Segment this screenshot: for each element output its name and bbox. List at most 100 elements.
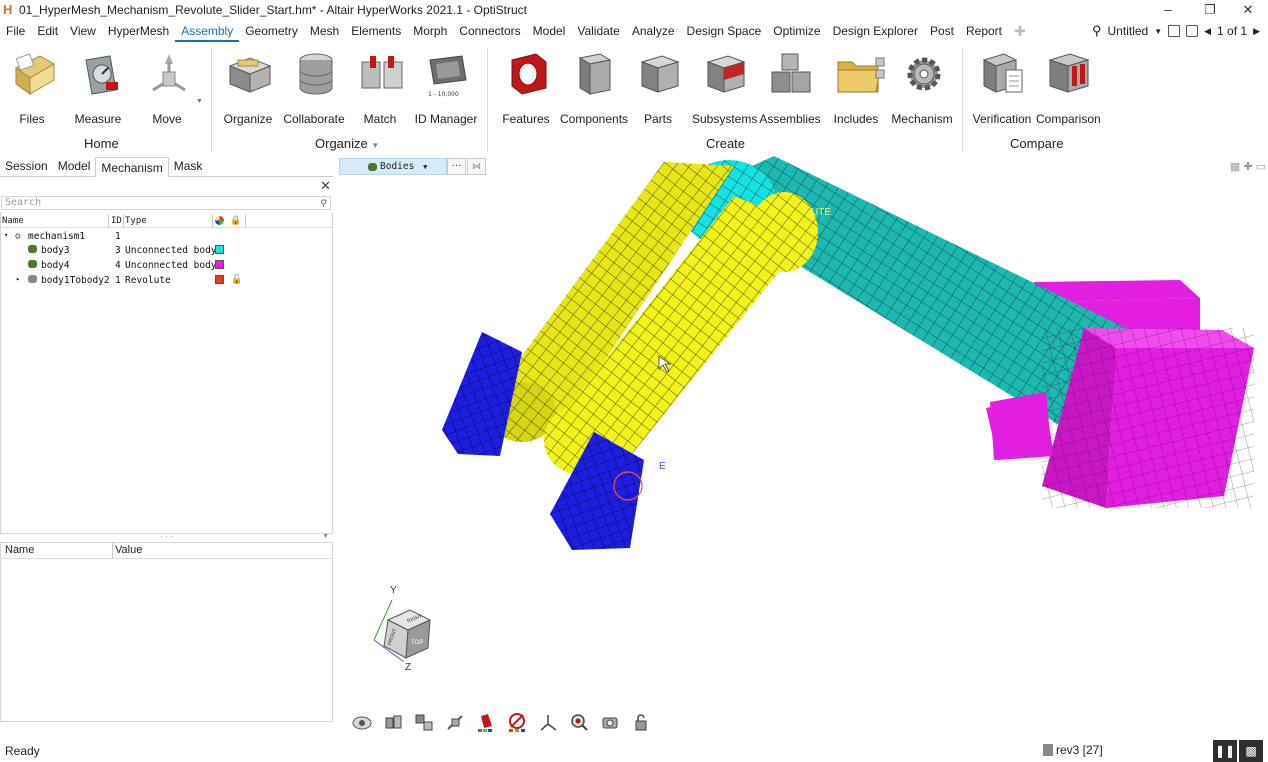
- camera-icon[interactable]: [600, 712, 621, 733]
- add-ribbon-icon[interactable]: ✚: [1008, 20, 1032, 42]
- col-id-header[interactable]: ID: [111, 216, 122, 226]
- search-icon[interactable]: ⚲: [1092, 23, 1102, 39]
- organize-group-label[interactable]: Organize ▼: [315, 136, 379, 151]
- menu-optimize[interactable]: Optimize: [767, 20, 826, 42]
- search-input[interactable]: Search ⚲: [1, 196, 331, 210]
- verification-tool[interactable]: Verification: [970, 50, 1034, 126]
- show-related-icon[interactable]: [414, 712, 435, 733]
- menu-assembly[interactable]: Assembly: [175, 20, 240, 42]
- minimize-button[interactable]: –: [1148, 0, 1188, 20]
- pause-icon[interactable]: ❚❚: [1213, 740, 1237, 762]
- id-manager-tool[interactable]: 1 - 10,000 ID Manager: [414, 50, 478, 126]
- column-divider[interactable]: [245, 214, 246, 228]
- menu-view[interactable]: View: [64, 20, 102, 42]
- page-next-icon[interactable]: ▶: [1253, 26, 1260, 37]
- tab-session[interactable]: Session: [0, 156, 53, 176]
- status-text: Ready: [5, 744, 40, 758]
- tab-mechanism[interactable]: Mechanism: [95, 157, 169, 177]
- col-name-header[interactable]: Name: [2, 216, 24, 226]
- collaborate-tool[interactable]: Collaborate: [282, 50, 346, 126]
- prop-value-header[interactable]: Value: [115, 544, 142, 556]
- menu-mesh[interactable]: Mesh: [304, 20, 345, 42]
- collapse-arrow-icon[interactable]: ▼: [322, 533, 329, 540]
- menu-morph[interactable]: Morph: [407, 20, 453, 42]
- color-swatch[interactable]: [215, 245, 224, 254]
- restore-button[interactable]: ❐: [1190, 0, 1230, 20]
- color-swatch[interactable]: [215, 260, 224, 269]
- view-cube-top[interactable]: TOP: [411, 640, 423, 646]
- menu-post[interactable]: Post: [924, 20, 960, 42]
- components-tool[interactable]: Components: [560, 50, 628, 126]
- move-tool[interactable]: Move: [135, 50, 199, 126]
- column-divider[interactable]: [112, 543, 113, 558]
- model-render[interactable]: [334, 156, 1268, 736]
- coordinate-system-icon[interactable]: [538, 712, 559, 733]
- menu-report[interactable]: Report: [960, 20, 1008, 42]
- organize-tool[interactable]: Organize: [216, 50, 280, 126]
- session-name[interactable]: Untitled: [1108, 24, 1149, 38]
- view-cube[interactable]: Y Z TOP FRONT RIGHT: [370, 582, 440, 673]
- id-manager-label: ID Manager: [414, 112, 478, 126]
- assemblies-tool[interactable]: Assemblies: [758, 50, 822, 126]
- menu-design-space[interactable]: Design Space: [681, 20, 768, 42]
- comparison-tool[interactable]: Comparison: [1036, 50, 1101, 126]
- column-divider[interactable]: [123, 214, 124, 228]
- menu-edit[interactable]: Edit: [31, 20, 64, 42]
- mechanism-gear-icon: ⚙: [15, 231, 21, 242]
- lock-icon[interactable]: 🔓: [231, 275, 242, 285]
- color-by-icon[interactable]: [476, 712, 497, 733]
- match-tool[interactable]: Match: [348, 50, 412, 126]
- color-column-icon[interactable]: [215, 216, 224, 225]
- mechanism-tool[interactable]: Mechanism: [890, 50, 954, 126]
- tree-row[interactable]: ▾ ⚙ mechanism1 1: [0, 230, 332, 244]
- tree-row[interactable]: body4 4 Unconnected body: [0, 259, 332, 273]
- user-icon[interactable]: ▩: [1239, 740, 1263, 762]
- panel-splitter[interactable]: · · · ▼: [0, 533, 333, 542]
- transform-icon[interactable]: [445, 712, 466, 733]
- isolate-icon[interactable]: [383, 712, 404, 733]
- search-icon[interactable]: ⚲: [320, 198, 327, 210]
- move-dropdown-icon[interactable]: ▼: [196, 98, 203, 105]
- lock-view-icon[interactable]: [631, 712, 652, 733]
- revision-indicator[interactable]: rev3 [27]: [1043, 743, 1103, 757]
- assemblies-label: Assemblies: [759, 112, 821, 126]
- zoom-icon[interactable]: [569, 712, 590, 733]
- menu-design-explorer[interactable]: Design Explorer: [827, 20, 924, 42]
- new-session-icon[interactable]: [1168, 25, 1181, 37]
- column-divider[interactable]: [108, 214, 109, 228]
- page-prev-icon[interactable]: ◀: [1204, 26, 1211, 37]
- menu-geometry[interactable]: Geometry: [239, 20, 304, 42]
- tree-row[interactable]: body3 3 Unconnected body: [0, 244, 332, 258]
- menu-hypermesh[interactable]: HyperMesh: [102, 20, 175, 42]
- expand-arrow-icon[interactable]: ▾: [4, 231, 8, 239]
- menu-analyze[interactable]: Analyze: [626, 20, 681, 42]
- close-panel-icon[interactable]: ✕: [320, 178, 331, 194]
- menu-file[interactable]: File: [0, 20, 31, 42]
- clipping-icon[interactable]: [507, 712, 528, 733]
- includes-tool[interactable]: Includes: [824, 50, 888, 126]
- save-session-icon[interactable]: [1186, 25, 1199, 37]
- expand-arrow-icon[interactable]: ▸: [16, 275, 20, 283]
- files-tool[interactable]: Files: [0, 50, 64, 126]
- tree-row[interactable]: ▸ body1Tobody2 1 Revolute 🔓: [0, 274, 332, 288]
- tab-mask[interactable]: Mask: [169, 156, 208, 176]
- parts-tool[interactable]: Parts: [626, 50, 690, 126]
- prop-name-header[interactable]: Name: [5, 544, 34, 556]
- graphics-viewport[interactable]: Bodies ▼ ··· ⋈ ▦ ✚ ▭ UTE E Y Z TOP FRONT…: [334, 156, 1268, 736]
- subsystems-tool[interactable]: Subsystems: [692, 50, 757, 126]
- tab-model[interactable]: Model: [53, 156, 96, 176]
- col-type-header[interactable]: Type: [125, 216, 147, 226]
- menu-model[interactable]: Model: [527, 20, 572, 42]
- lock-column-icon[interactable]: 🔒: [230, 216, 241, 226]
- chevron-down-icon[interactable]: ▼: [1154, 27, 1162, 36]
- menu-elements[interactable]: Elements: [345, 20, 407, 42]
- menu-validate[interactable]: Validate: [571, 20, 625, 42]
- includes-label: Includes: [833, 112, 879, 126]
- menu-connectors[interactable]: Connectors: [453, 20, 526, 42]
- color-swatch[interactable]: [215, 275, 224, 284]
- eye-visibility-icon[interactable]: [352, 712, 373, 733]
- column-divider[interactable]: [212, 214, 213, 228]
- features-tool[interactable]: Features: [494, 50, 558, 126]
- measure-tool[interactable]: Measure: [66, 50, 130, 126]
- close-button[interactable]: ✕: [1228, 0, 1268, 20]
